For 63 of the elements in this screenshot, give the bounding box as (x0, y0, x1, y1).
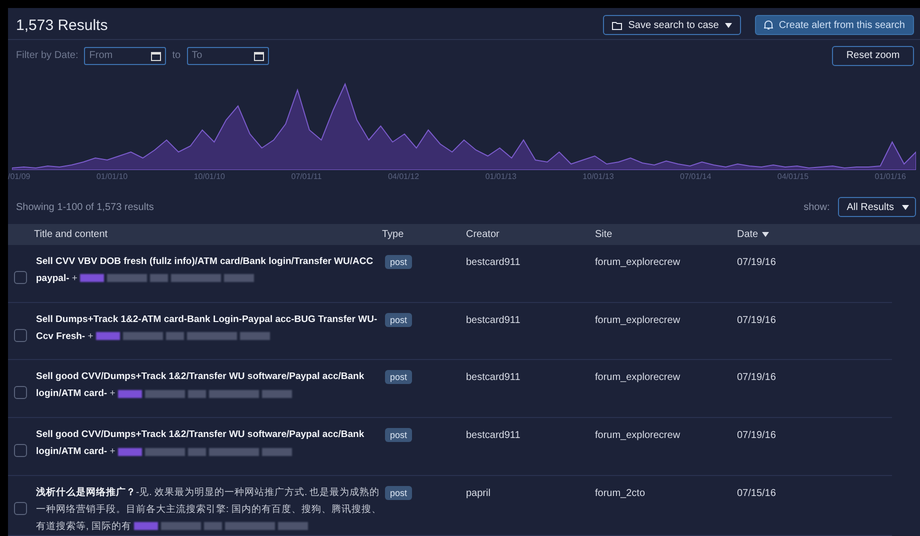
date-cell-text: 07/19/16 (737, 256, 777, 268)
creator-cell-text: bestcard911 (466, 430, 522, 442)
axis-label: 10/01/10 (194, 172, 225, 183)
column-header[interactable]: Date (737, 228, 770, 240)
show-dropdown[interactable]: All Results (838, 197, 916, 218)
date-cell-text: 07/15/16 (737, 488, 777, 499)
column-header[interactable]: Title and content (34, 228, 108, 240)
results-count: Showing 1-100 of 1,573 results (16, 202, 154, 213)
site-cell-text: forum_2cto (595, 488, 646, 499)
site-cell-text: forum_explorecrew (595, 430, 682, 442)
show-label: show: (804, 202, 830, 213)
site-cell-text: forum_explorecrew (595, 372, 682, 384)
axis-label: 10/01/13 (582, 172, 614, 183)
row-checkbox[interactable] (14, 328, 27, 342)
axis-label: 04/01/12 (388, 172, 420, 183)
filter-label: Filter by Date: (16, 50, 78, 62)
axis-label: 07/01/14 (680, 172, 712, 183)
sort-caret-icon (762, 232, 770, 237)
from-date-field[interactable]: From (84, 46, 166, 65)
results-title: 1,573 Results (16, 16, 109, 34)
axis-label: 01/01/10 (96, 172, 128, 183)
column-header[interactable]: Creator (466, 228, 500, 240)
site-cell-text: forum_explorecrew (595, 314, 682, 326)
type-badge: post (385, 254, 412, 269)
creator-cell-text: bestcard911 (466, 372, 522, 384)
calendar-icon (151, 50, 162, 61)
post-title-and-content: 浅析什么是网络推广？-见. 效果最为明显的一种网站推广方式. 也是最为成熟的一种网络营销手段。目前各大主流搜索引擎: 国内的有百度、搜狗、腾讯搜搜、有道搜索等, 国际的有 (36, 486, 382, 534)
date-cell-text: 07/19/16 (737, 314, 777, 326)
reset-zoom-button[interactable]: Reset zoom (832, 46, 914, 66)
type-badge: post (385, 428, 412, 442)
creator-cell-text: bestcard911 (466, 256, 522, 268)
date-cell-text: 07/19/16 (737, 430, 777, 442)
calendar-icon (254, 50, 264, 61)
creator-cell-text: papril (466, 488, 492, 499)
to-date-field[interactable]: To (186, 46, 269, 65)
row-checkbox[interactable] (14, 386, 27, 400)
axis-label: 07/01/11 (291, 172, 322, 183)
bell-icon (764, 20, 773, 30)
axis-label: /01/09 (8, 172, 30, 183)
axis-label: 01/01/16 (874, 172, 906, 183)
post-title-and-content: Sell Dumps+Track 1&2-ATM card-Bank Login-Paypal acc-BUG Transfer WU-Ccv Fresh- + (36, 312, 378, 344)
folder-icon (612, 20, 622, 30)
post-title-and-content: Sell good CVV/Dumps+Track 1&2/Transfer WU software/Paypal acc/Bank login/ATM card- + (36, 370, 366, 402)
column-header[interactable]: Site (595, 228, 612, 240)
creator-cell-text: bestcard911 (466, 314, 522, 326)
post-title-and-content: Sell good CVV/Dumps+Track 1&2/Transfer WU software/Paypal acc/Bank login/ATM card- + (36, 428, 366, 460)
post-title-and-content: Sell CVV VBV DOB fresh (fullz info)/ATM card/Bank login/Transfer WU/ACC paypal- + (36, 254, 374, 286)
caret-icon (724, 22, 732, 28)
row-checkbox[interactable] (14, 270, 27, 284)
row-checkbox[interactable] (14, 444, 27, 458)
save-search-button[interactable]: Save search to case (603, 15, 741, 36)
axis-label: 01/01/13 (485, 172, 516, 183)
caret-icon (902, 204, 909, 210)
row-checkbox[interactable] (14, 502, 27, 515)
axis-label: 04/01/15 (777, 172, 809, 183)
date-cell-text: 07/19/16 (737, 372, 777, 384)
column-header[interactable]: Type (382, 228, 404, 240)
type-badge: post (385, 486, 412, 500)
type-badge: post (385, 370, 412, 384)
site-cell-text: forum_explorecrew (595, 256, 682, 268)
type-badge: post (385, 312, 412, 327)
to-label: to (172, 50, 181, 62)
create-alert-button[interactable]: Create alert from this search (754, 15, 914, 36)
